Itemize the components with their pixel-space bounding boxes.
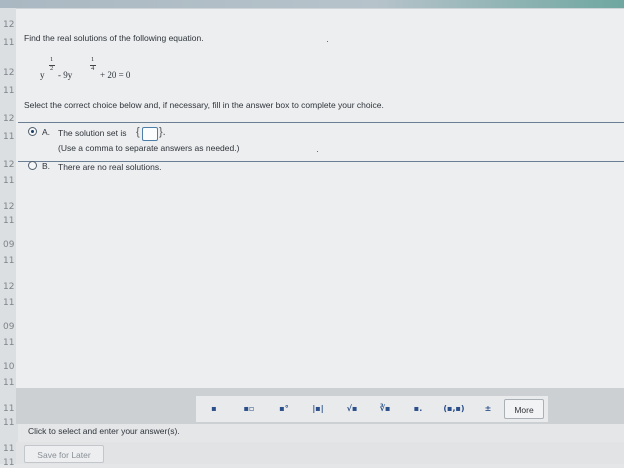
equation: y 1 2 - 9y 1 4 + 20 = 0	[40, 56, 200, 84]
open-brace: {	[136, 126, 140, 138]
exponent-icon[interactable]: ▪°	[273, 401, 295, 417]
answer-input[interactable]	[142, 127, 158, 141]
gutter-label: 09	[3, 322, 15, 332]
choice-a-letter: A.	[42, 127, 51, 137]
nth-root-icon[interactable]: ∛▪	[374, 401, 396, 417]
top-bar	[0, 0, 624, 8]
question-prompt: Find the real solutions of the following…	[24, 33, 204, 43]
exponent-numerator: 1	[91, 56, 95, 63]
decimal-icon[interactable]: ▪.	[407, 401, 429, 417]
choice-a-radio[interactable]	[28, 127, 37, 136]
gutter-label: 11	[3, 458, 15, 468]
plus-minus-icon[interactable]: ±	[477, 401, 499, 417]
gutter-label: 12	[3, 114, 15, 124]
hint-text: Click to select and enter your answer(s)…	[28, 426, 180, 436]
cursor-dot: ·	[316, 146, 319, 156]
gutter-label: 11	[3, 378, 15, 388]
ordered-pair-icon[interactable]: (▪,▪)	[441, 401, 467, 417]
gutter-label: 12	[3, 282, 15, 292]
gutter-label: 11	[3, 38, 15, 48]
gutter-label: 11	[3, 216, 15, 226]
mixed-number-icon[interactable]: ▪▫	[238, 401, 260, 417]
absolute-value-icon[interactable]: |▪|	[307, 401, 329, 417]
gutter-label: 09	[3, 240, 15, 250]
gutter-label: 11	[3, 86, 15, 96]
gutter-label: 11	[3, 298, 15, 308]
gutter-label: 11	[3, 176, 15, 186]
instruction-text: Select the correct choice below and, if …	[24, 100, 384, 110]
choice-b-radio[interactable]	[28, 161, 37, 170]
choice-a-text: The solution set is	[58, 128, 127, 138]
gutter-label: 11	[3, 132, 15, 142]
close-brace: }.	[159, 126, 166, 138]
gutter-label: 11	[3, 256, 15, 266]
equation-middle: - 9y	[58, 70, 73, 80]
gutter-label: 10	[3, 362, 15, 372]
bottom-bar	[16, 442, 624, 464]
equation-base: y	[40, 70, 45, 80]
cursor-dot: ·	[326, 36, 329, 46]
exponent-numerator: 1	[50, 56, 54, 63]
exponent-denominator: 4	[91, 65, 95, 72]
gutter-label: 12	[3, 202, 15, 212]
gutter-label: 11	[3, 338, 15, 348]
gutter-label: 12	[3, 20, 15, 30]
gutter-label: 12	[3, 68, 15, 78]
choice-a-subtext: (Use a comma to separate answers as need…	[58, 143, 240, 153]
exponent-denominator: 2	[50, 65, 54, 72]
fraction-icon[interactable]: ▪	[203, 401, 225, 417]
choice-a[interactable]: A. The solution set is (Use a comma to s…	[20, 123, 624, 161]
gutter-label: 11	[3, 404, 15, 414]
gutter-label: 12	[3, 160, 15, 170]
save-for-later-button[interactable]: Save for Later	[24, 445, 104, 463]
gutter-label: 11	[3, 444, 15, 454]
equation-tail: + 20 = 0	[100, 70, 131, 80]
more-button[interactable]: More	[504, 399, 544, 419]
choice-b-letter: B.	[42, 161, 51, 171]
choice-b-text: There are no real solutions.	[58, 162, 162, 172]
square-root-icon[interactable]: √▪	[341, 401, 363, 417]
gutter-label: 11	[3, 418, 15, 428]
